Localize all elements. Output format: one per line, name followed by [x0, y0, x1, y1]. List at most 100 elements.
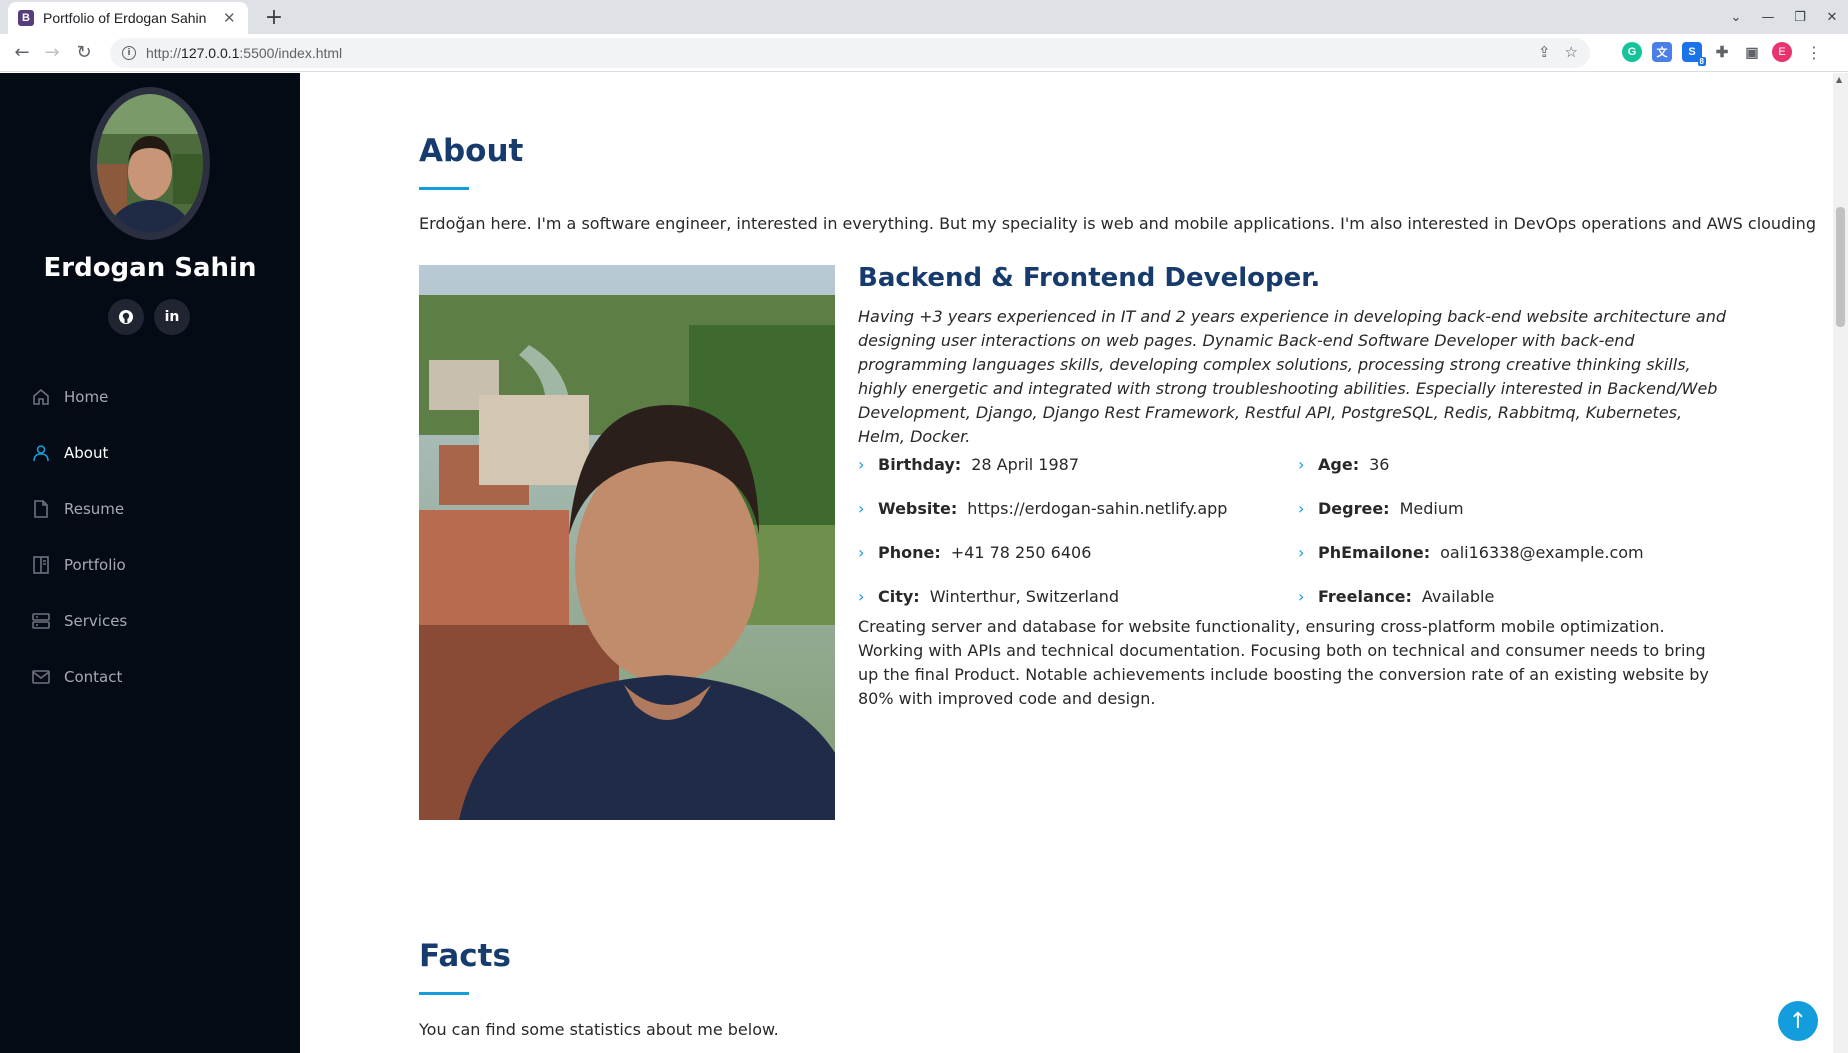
detail-label: PhEmailone: — [1318, 542, 1431, 562]
browser-tabstrip: B Portfolio of Erdogan Sahin ✕ + ⌄ — ❐ ✕ — [0, 0, 1848, 34]
chevron-right-icon: › — [858, 454, 865, 474]
address-bar[interactable]: i http://127.0.0.1:5500/index.html ⇪ ☆ — [110, 38, 1590, 68]
page-scrollbar[interactable]: ▲ — [1833, 73, 1848, 1053]
about-details: › Birthday: 28 April 1987 › Age: 36 › We… — [858, 442, 1728, 618]
detail-value: +41 78 250 6406 — [950, 542, 1092, 562]
bootstrap-favicon-icon: B — [18, 10, 34, 26]
arrow-up-icon: ↑ — [1788, 1008, 1808, 1034]
detail-label: Degree: — [1318, 498, 1390, 518]
detail-label: City: — [878, 586, 920, 606]
detail-label: Phone: — [878, 542, 941, 562]
detail-degree: › Degree: Medium — [1298, 499, 1464, 518]
profile-avatar-image — [90, 87, 210, 240]
linkedin-link[interactable]: in — [154, 299, 190, 335]
detail-website: › Website: https://erdogan-sahin.netlify… — [858, 499, 1298, 518]
grammarly-extension-icon[interactable]: G — [1622, 42, 1642, 62]
detail-value: 28 April 1987 — [971, 454, 1080, 474]
facts-lead-text: You can find some statistics about me be… — [419, 1020, 779, 1039]
bookmark-star-icon[interactable]: ☆ — [1565, 43, 1578, 61]
facts-section-title: Facts — [419, 938, 511, 974]
browser-tab[interactable]: B Portfolio of Erdogan Sahin ✕ — [8, 2, 248, 34]
file-icon — [30, 498, 52, 520]
sidebar-item-portfolio[interactable]: Portfolio — [30, 537, 127, 593]
minimize-button[interactable]: — — [1752, 10, 1784, 25]
book-icon — [30, 554, 52, 576]
about-lead-text: Erdoğan here. I'm a software engineer, i… — [419, 214, 1816, 233]
tab-search-icon[interactable]: ⌄ — [1720, 10, 1752, 25]
about-intro-text: Having +3 years experienced in IT and 2 … — [858, 307, 1726, 446]
about-section-title: About — [419, 133, 524, 169]
sidebar-nav: Home About Resume Portfolio Services Con… — [30, 369, 127, 705]
puzzle-extensions-icon[interactable]: ✚ — [1712, 42, 1732, 62]
sidebar: Erdogan Sahin in Home About Resume Portf… — [0, 73, 300, 1053]
scroll-up-arrow-icon[interactable]: ▲ — [1836, 75, 1842, 84]
detail-freelance: › Freelance: Available — [1298, 587, 1494, 606]
about-profile-photo — [419, 265, 835, 820]
detail-phone: › Phone: +41 78 250 6406 — [858, 543, 1298, 562]
forward-button[interactable]: → — [40, 41, 64, 65]
sidebar-item-label: Services — [64, 612, 128, 630]
about-title-underline — [419, 187, 469, 190]
about-role-heading: Backend & Frontend Developer. — [858, 263, 1321, 293]
detail-email: › PhEmailone: oali16338@example.com — [1298, 543, 1644, 562]
extension-with-badge-icon[interactable]: S8 — [1682, 42, 1706, 66]
tab-title: Portfolio of Erdogan Sahin — [43, 10, 207, 26]
sidebar-item-about[interactable]: About — [30, 425, 127, 481]
detail-label: Website: — [878, 498, 958, 518]
detail-birthday: › Birthday: 28 April 1987 — [858, 455, 1298, 474]
browser-toolbar: ← → ↻ i http://127.0.0.1:5500/index.html… — [0, 34, 1848, 72]
sidebar-item-services[interactable]: Services — [30, 593, 127, 649]
profile-name: Erdogan Sahin — [43, 253, 257, 283]
detail-label: Freelance: — [1318, 586, 1412, 606]
profile-avatar[interactable]: E — [1772, 42, 1792, 62]
close-tab-icon[interactable]: ✕ — [223, 9, 236, 27]
detail-value: 36 — [1369, 454, 1390, 474]
about-description: Creating server and database for website… — [858, 617, 1709, 708]
back-button[interactable]: ← — [10, 41, 34, 65]
detail-label: Birthday: — [878, 454, 962, 474]
sidebar-item-label: About — [64, 444, 109, 462]
chevron-right-icon: › — [1298, 498, 1305, 518]
extensions-area: G 文 S8 ✚ ▣ E ⋮ — [1622, 42, 1822, 66]
site-info-icon[interactable]: i — [122, 46, 136, 60]
home-icon — [30, 386, 52, 408]
detail-value: oali16338@example.com — [1440, 542, 1644, 562]
github-link[interactable] — [108, 299, 144, 335]
detail-value: Available — [1421, 586, 1495, 606]
sidebar-item-contact[interactable]: Contact — [30, 649, 127, 705]
window-controls: ⌄ — ❐ ✕ — [1720, 0, 1848, 34]
chevron-right-icon: › — [1298, 454, 1305, 474]
facts-title-underline — [419, 992, 469, 995]
sidebar-item-label: Home — [64, 388, 109, 406]
reload-button[interactable]: ↻ — [72, 41, 96, 65]
scrollbar-thumb[interactable] — [1836, 207, 1845, 327]
chevron-right-icon: › — [1298, 586, 1305, 606]
chevron-right-icon: › — [858, 542, 865, 562]
sidebar-item-label: Resume — [64, 500, 125, 518]
restore-button[interactable]: ❐ — [1784, 10, 1816, 25]
chevron-right-icon: › — [858, 498, 865, 518]
url-text: http://127.0.0.1:5500/index.html — [146, 45, 343, 61]
side-panel-icon[interactable]: ▣ — [1742, 42, 1762, 62]
close-window-button[interactable]: ✕ — [1816, 10, 1848, 25]
social-links: in — [108, 299, 190, 335]
sidebar-item-home[interactable]: Home — [30, 369, 127, 425]
person-icon — [30, 442, 52, 464]
sidebar-item-label: Portfolio — [64, 556, 126, 574]
detail-label: Age: — [1318, 454, 1360, 474]
github-icon — [119, 310, 133, 324]
detail-value: Winterthur, Switzerland — [929, 586, 1120, 606]
detail-value: https://erdogan-sahin.netlify.app — [967, 498, 1228, 518]
envelope-icon — [30, 666, 52, 688]
translate-extension-icon[interactable]: 文 — [1652, 42, 1672, 62]
chevron-right-icon: › — [1298, 542, 1305, 562]
sidebar-item-resume[interactable]: Resume — [30, 481, 127, 537]
new-tab-button[interactable]: + — [262, 5, 286, 30]
linkedin-icon: in — [164, 309, 180, 325]
detail-city: › City: Winterthur, Switzerland — [858, 587, 1298, 606]
share-icon[interactable]: ⇪ — [1538, 43, 1551, 61]
back-to-top-button[interactable]: ↑ — [1778, 1001, 1818, 1041]
browser-menu-icon[interactable]: ⋮ — [1806, 43, 1822, 62]
detail-value: Medium — [1399, 498, 1464, 518]
detail-age: › Age: 36 — [1298, 455, 1389, 474]
